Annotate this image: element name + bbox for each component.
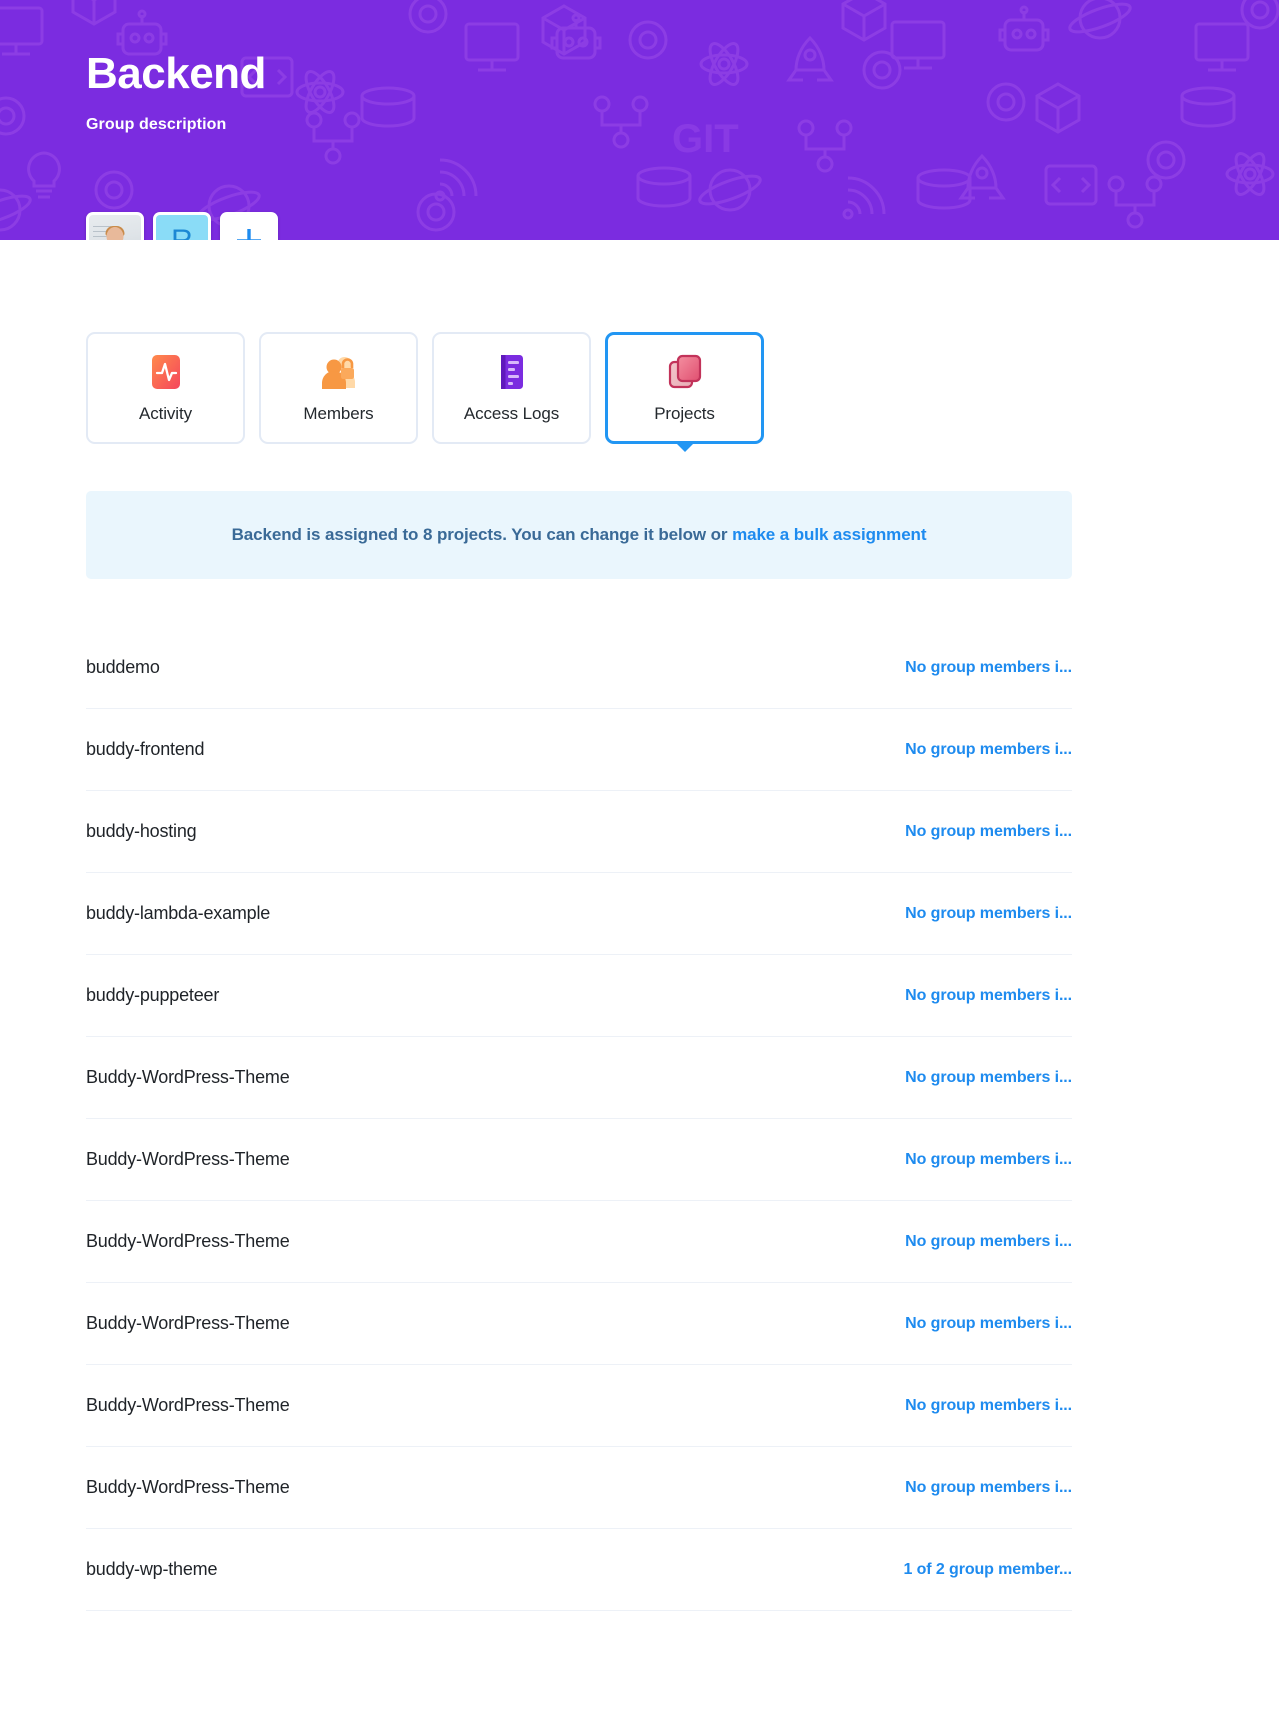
- group-hero-header: GIT Backend Group description: [0, 0, 1279, 240]
- project-name: Buddy-WordPress-Theme: [86, 1395, 290, 1415]
- project-members-link[interactable]: No group members i...: [905, 659, 1072, 677]
- tab-projects[interactable]: Projects: [605, 332, 764, 444]
- members-icon: [319, 352, 359, 392]
- project-members-link[interactable]: No group members i...: [905, 1479, 1072, 1497]
- project-assignment-list: buddemo No group members i... buddy-fron…: [86, 627, 1072, 1611]
- bulk-assignment-link[interactable]: make a bulk assignment: [732, 525, 926, 544]
- project-name: Buddy-WordPress-Theme: [86, 1067, 290, 1087]
- project-name: Buddy-WordPress-Theme: [86, 1477, 290, 1497]
- group-tab-navigation: Activity Members Access Logs Projects: [0, 240, 1279, 444]
- project-members-link[interactable]: No group members i...: [905, 823, 1072, 841]
- table-row[interactable]: buddy-puppeteer No group members i...: [86, 955, 1072, 1037]
- plus-icon: [223, 215, 275, 240]
- tab-activity[interactable]: Activity: [86, 332, 245, 444]
- member-avatar-initial-letter: R: [156, 215, 208, 240]
- member-avatar-list: R: [86, 212, 278, 240]
- tab-activity-label: Activity: [138, 404, 193, 423]
- assignment-info-text: Backend is assigned to 8 projects. You c…: [232, 525, 927, 545]
- table-row[interactable]: Buddy-WordPress-Theme No group members i…: [86, 1283, 1072, 1365]
- project-members-link[interactable]: No group members i...: [905, 1151, 1072, 1169]
- project-name: Buddy-WordPress-Theme: [86, 1149, 290, 1169]
- project-name: buddy-puppeteer: [86, 985, 220, 1005]
- project-members-link[interactable]: 1 of 2 group member...: [903, 1561, 1072, 1579]
- tab-projects-label: Projects: [654, 404, 715, 423]
- table-row[interactable]: Buddy-WordPress-Theme No group members i…: [86, 1447, 1072, 1529]
- project-name: buddy-lambda-example: [86, 903, 271, 923]
- assignment-info-prefix: Backend is assigned to 8 projects. You c…: [231, 525, 733, 544]
- group-description: Group description: [86, 116, 227, 134]
- activity-icon: [149, 352, 183, 392]
- tab-members[interactable]: Members: [259, 332, 418, 444]
- projects-icon: [667, 352, 703, 392]
- project-members-link[interactable]: No group members i...: [905, 1315, 1072, 1333]
- project-name: buddy-wp-theme: [86, 1559, 218, 1579]
- project-members-link[interactable]: No group members i...: [905, 987, 1072, 1005]
- project-members-link[interactable]: No group members i...: [905, 741, 1072, 759]
- project-members-link[interactable]: No group members i...: [905, 1233, 1072, 1251]
- project-name: buddy-frontend: [86, 739, 205, 759]
- project-name: buddy-hosting: [86, 821, 197, 841]
- project-members-link[interactable]: No group members i...: [905, 1069, 1072, 1087]
- project-name: Buddy-WordPress-Theme: [86, 1313, 290, 1333]
- avatar-head: [106, 227, 124, 240]
- table-row[interactable]: buddy-wp-theme 1 of 2 group member...: [86, 1529, 1072, 1611]
- table-row[interactable]: buddemo No group members i...: [86, 627, 1072, 709]
- table-row[interactable]: Buddy-WordPress-Theme No group members i…: [86, 1201, 1072, 1283]
- table-row[interactable]: Buddy-WordPress-Theme No group members i…: [86, 1119, 1072, 1201]
- table-row[interactable]: buddy-hosting No group members i...: [86, 791, 1072, 873]
- tab-access-logs-label: Access Logs: [463, 404, 560, 423]
- member-avatar-photo[interactable]: [86, 212, 144, 240]
- project-members-link[interactable]: No group members i...: [905, 905, 1072, 923]
- table-row[interactable]: Buddy-WordPress-Theme No group members i…: [86, 1037, 1072, 1119]
- tab-access-logs[interactable]: Access Logs: [432, 332, 591, 444]
- avatar-photo-image: [89, 215, 141, 240]
- access-logs-icon: [497, 352, 527, 392]
- project-name: Buddy-WordPress-Theme: [86, 1231, 290, 1251]
- project-members-link[interactable]: No group members i...: [905, 1397, 1072, 1415]
- project-name: buddemo: [86, 657, 160, 677]
- page-title: Backend: [86, 49, 266, 98]
- table-row[interactable]: buddy-frontend No group members i...: [86, 709, 1072, 791]
- add-member-button[interactable]: [220, 212, 278, 240]
- table-row[interactable]: Buddy-WordPress-Theme No group members i…: [86, 1365, 1072, 1447]
- assignment-info-banner: Backend is assigned to 8 projects. You c…: [86, 491, 1072, 579]
- table-row[interactable]: buddy-lambda-example No group members i.…: [86, 873, 1072, 955]
- tab-members-label: Members: [303, 404, 374, 423]
- member-avatar-initial[interactable]: R: [153, 212, 211, 240]
